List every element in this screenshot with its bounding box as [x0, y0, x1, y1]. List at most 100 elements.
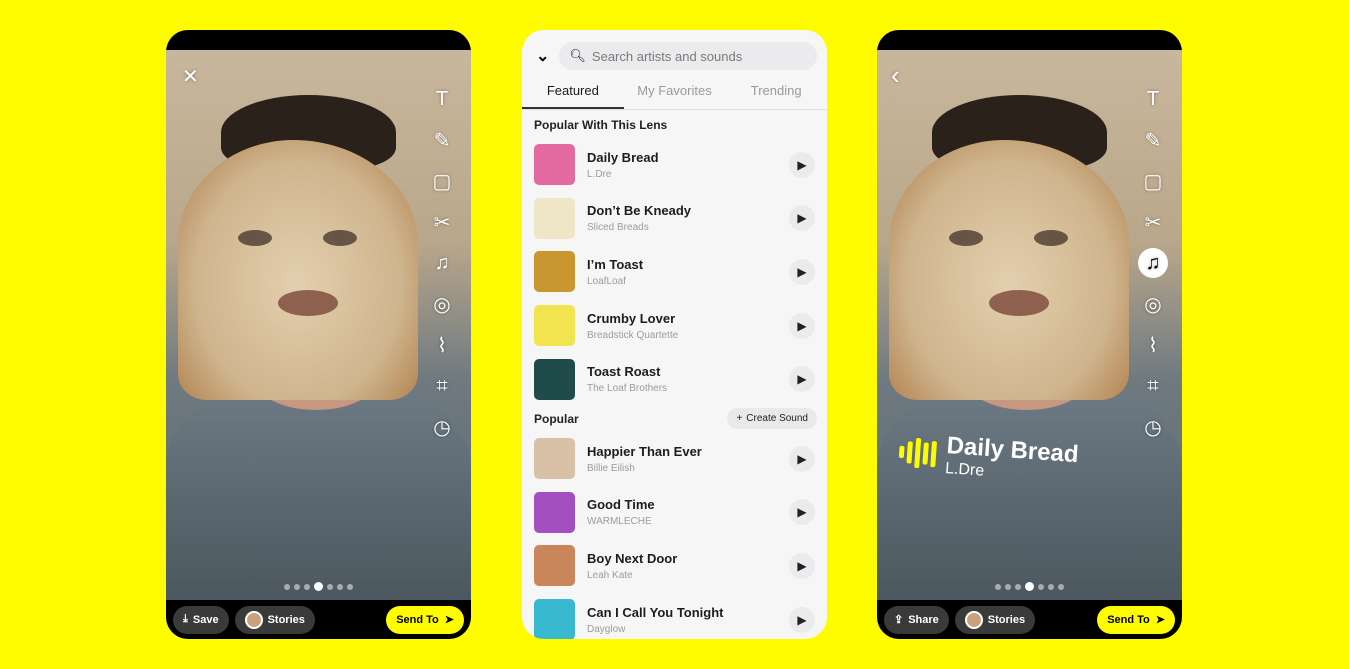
- play-button[interactable]: ▶: [789, 312, 815, 339]
- stories-button[interactable]: Stories: [954, 605, 1036, 634]
- search-input[interactable]: 🔍︎ Search artists and sounds: [559, 42, 817, 70]
- paperclip-icon[interactable]: ⌇: [427, 330, 457, 360]
- save-button[interactable]: ⤓ Save: [173, 605, 229, 634]
- send-to-button[interactable]: Send To ➤: [1097, 605, 1175, 634]
- bread-lens-face: [889, 140, 1129, 400]
- send-arrow-icon: ➤: [1155, 614, 1165, 626]
- music-icon[interactable]: ♫: [1138, 248, 1168, 278]
- play-button[interactable]: ▶: [789, 445, 815, 472]
- song-artist: The Loaf Brothers: [587, 383, 668, 395]
- play-button[interactable]: ▶: [789, 499, 815, 526]
- song-row[interactable]: Can I Call You Tonight Dayglow ▶: [522, 593, 827, 639]
- play-icon: ▶: [797, 157, 807, 172]
- song-row[interactable]: Happier Than Ever Billie Eilish ▶: [522, 432, 827, 486]
- album-art: [534, 251, 575, 293]
- play-button[interactable]: ▶: [789, 258, 815, 285]
- play-icon: ▶: [797, 505, 807, 520]
- song-title: I’m Toast: [587, 256, 644, 272]
- pencil-icon[interactable]: ✎: [1138, 125, 1168, 155]
- tab-trending[interactable]: Trending: [725, 76, 827, 109]
- play-icon: ▶: [797, 612, 807, 627]
- scissors-icon[interactable]: ✂: [427, 207, 457, 237]
- play-button[interactable]: ▶: [789, 366, 815, 393]
- sound-wave-icon: [898, 437, 938, 470]
- song-row[interactable]: Crumby Lover Breadstick Quartette ▶: [522, 299, 827, 353]
- tab-my-favorites[interactable]: My Favorites: [624, 76, 726, 109]
- play-button[interactable]: ▶: [789, 552, 815, 579]
- album-art: [534, 599, 575, 639]
- song-title: Crumby Lover: [587, 310, 676, 326]
- song-row[interactable]: I’m Toast LoafLoaf ▶: [522, 245, 827, 299]
- create-sound-label: Create Sound: [746, 413, 808, 425]
- avatar: [964, 610, 983, 629]
- song-title: Boy Next Door: [587, 550, 678, 566]
- play-icon: ▶: [797, 318, 807, 333]
- play-button[interactable]: ▶: [789, 606, 815, 633]
- song-artist: LoafLoaf: [587, 275, 626, 287]
- sticker-icon[interactable]: ▢: [1138, 166, 1168, 196]
- camera-photo: ‹ T ✎ ▢ ✂ ♫ ◎ ⌇ ⌗ ◷ Daily Bread L.Dre: [877, 50, 1182, 600]
- text-tool-icon[interactable]: T: [427, 84, 457, 114]
- back-icon[interactable]: ‹: [891, 60, 900, 91]
- album-art: [534, 144, 575, 186]
- song-title: Good Time: [587, 497, 655, 513]
- stories-label: Stories: [987, 613, 1026, 626]
- stories-button[interactable]: Stories: [234, 605, 315, 634]
- stories-label: Stories: [267, 613, 305, 626]
- song-artist: WARMLECHE: [587, 516, 652, 528]
- song-title: Can I Call You Tonight: [587, 604, 724, 620]
- song-row[interactable]: Toast Roast The Loaf Brothers ▶: [522, 352, 827, 406]
- crop-icon[interactable]: ⌗: [427, 371, 457, 401]
- song-artist: L.Dre: [587, 168, 612, 180]
- send-arrow-icon: ➤: [444, 614, 454, 626]
- song-title: Don’t Be Kneady: [587, 203, 692, 219]
- album-art: [534, 305, 575, 347]
- avatar: [244, 610, 263, 629]
- lens-icon[interactable]: ◎: [427, 289, 457, 319]
- song-row[interactable]: Don’t Be Kneady Sliced Breads ▶: [522, 192, 827, 246]
- send-label: Send To: [1107, 613, 1150, 626]
- send-label: Send To: [396, 613, 439, 626]
- sticker-icon[interactable]: ▢: [427, 166, 457, 196]
- timer-icon[interactable]: ◷: [427, 412, 457, 442]
- editing-tools: T ✎ ▢ ✂ ♫ ◎ ⌇ ⌗ ◷: [1138, 84, 1168, 442]
- share-button[interactable]: ⇪ Share: [884, 605, 949, 634]
- download-icon: ⤓: [183, 613, 188, 625]
- send-to-button[interactable]: Send To ➤: [386, 605, 464, 634]
- create-sound-button[interactable]: + Create Sound: [727, 408, 817, 430]
- album-art: [534, 197, 575, 239]
- plus-icon: +: [736, 413, 743, 425]
- album-art: [534, 491, 575, 533]
- search-placeholder: Search artists and sounds: [591, 48, 743, 64]
- play-button[interactable]: ▶: [789, 151, 815, 178]
- play-icon: ▶: [797, 211, 807, 226]
- editing-tools: T ✎ ▢ ✂ ♫ ◎ ⌇ ⌗ ◷: [427, 84, 457, 442]
- play-button[interactable]: ▶: [789, 205, 815, 232]
- close-icon[interactable]: ✕: [182, 64, 199, 89]
- left-phone-preview: ✕ T ✎ ▢ ✂ ♫ ◎ ⌇ ⌗ ◷ ⤓ Save Stories Send T…: [166, 30, 471, 639]
- chevron-down-icon[interactable]: ⌄: [536, 46, 549, 66]
- share-label: Share: [908, 613, 939, 626]
- music-icon[interactable]: ♫: [427, 248, 457, 278]
- timer-icon[interactable]: ◷: [1138, 412, 1168, 442]
- paperclip-icon[interactable]: ⌇: [1138, 330, 1168, 360]
- section-title: Popular: [534, 411, 579, 426]
- scissors-icon[interactable]: ✂: [1138, 207, 1168, 237]
- camera-photo: ✕ T ✎ ▢ ✂ ♫ ◎ ⌇ ⌗ ◷: [166, 50, 471, 600]
- text-tool-icon[interactable]: T: [1138, 84, 1168, 114]
- play-icon: ▶: [797, 558, 807, 573]
- song-title: Toast Roast: [587, 364, 661, 380]
- play-icon: ▶: [797, 372, 807, 387]
- share-icon: ⇪: [894, 614, 904, 626]
- song-row[interactable]: Boy Next Door Leah Kate ▶: [522, 539, 827, 593]
- page-dots: [166, 582, 471, 591]
- song-row[interactable]: Daily Bread L.Dre ▶: [522, 138, 827, 192]
- song-artist: Leah Kate: [587, 569, 633, 581]
- lens-icon[interactable]: ◎: [1138, 289, 1168, 319]
- crop-icon[interactable]: ⌗: [1138, 371, 1168, 401]
- song-row[interactable]: Good Time WARMLECHE ▶: [522, 486, 827, 540]
- tab-featured[interactable]: Featured: [522, 76, 624, 109]
- pencil-icon[interactable]: ✎: [427, 125, 457, 155]
- song-artist: Breadstick Quartette: [587, 329, 679, 341]
- search-icon: 🔍︎: [569, 48, 586, 63]
